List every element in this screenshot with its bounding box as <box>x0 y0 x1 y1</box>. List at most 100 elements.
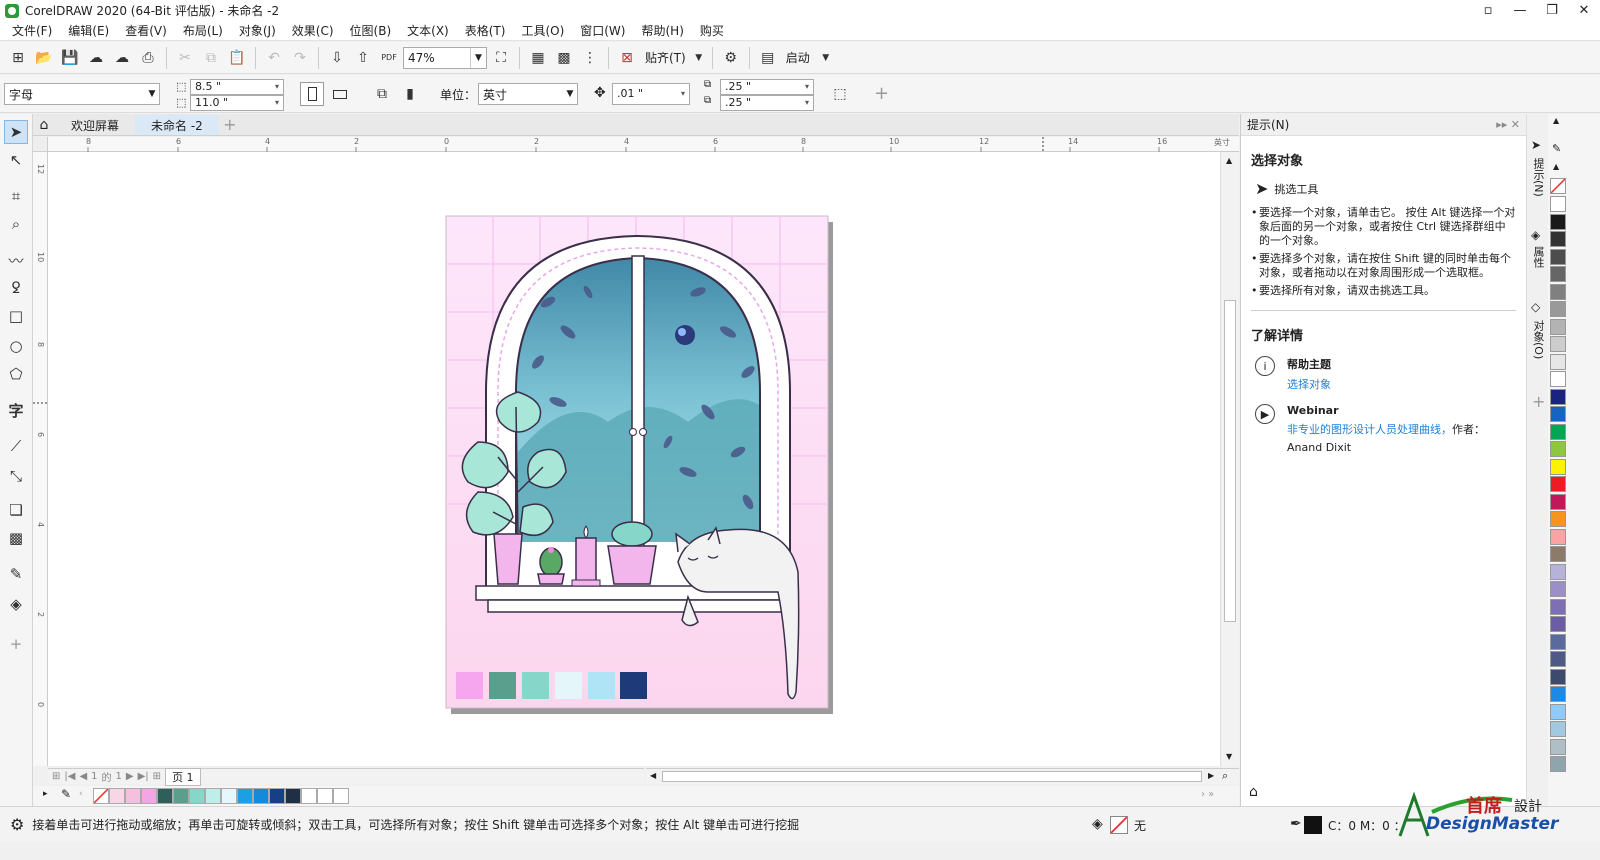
duplicate-y-field[interactable]: .25 " ▾ <box>720 95 814 111</box>
portrait-button[interactable] <box>300 82 324 106</box>
redo-icon[interactable]: ↷ <box>288 46 312 70</box>
palette-swatch[interactable] <box>253 788 269 804</box>
print-icon[interactable]: ⎙ <box>136 46 160 70</box>
scroll-down-icon[interactable]: ▼ <box>1226 752 1232 761</box>
ellipse-tool-icon[interactable]: ○ <box>4 334 28 358</box>
chevron-down-icon[interactable]: ▼ <box>692 46 706 70</box>
menu-bitmaps[interactable]: 位图(B) <box>344 22 402 39</box>
palette-swatch[interactable] <box>157 788 173 804</box>
palette-swatch[interactable] <box>1550 686 1566 702</box>
tab-objects[interactable]: 对象(O) <box>1530 320 1546 359</box>
palette-scroll-right-icon[interactable]: › » <box>1201 789 1214 800</box>
new-tab-plus-icon[interactable]: + <box>219 115 241 135</box>
vertical-scroll-thumb[interactable] <box>1224 300 1236 622</box>
undo-icon[interactable]: ↶ <box>262 46 286 70</box>
palette-swatch[interactable] <box>1550 196 1566 212</box>
palette-eyedropper-icon[interactable]: ✎ <box>1552 142 1561 155</box>
parallel-dimension-tool-icon[interactable]: ⟋ <box>4 434 28 458</box>
add-plus-icon[interactable]: + <box>874 83 889 104</box>
palette-swatch[interactable] <box>285 788 301 804</box>
palette-swatch[interactable] <box>237 788 253 804</box>
palette-swatch[interactable] <box>205 788 221 804</box>
vertical-scrollbar[interactable]: ▲ ▼ <box>1220 152 1239 766</box>
zoom-tool-icon[interactable]: ⌕ <box>4 212 28 236</box>
add-page-after-icon[interactable]: ⊞ <box>153 771 161 782</box>
drawing-canvas[interactable] <box>48 152 1220 766</box>
scroll-up-icon[interactable]: ▲ <box>1226 156 1232 165</box>
palette-swatch[interactable] <box>1550 581 1566 597</box>
add-page-icon[interactable]: ⊞ <box>52 771 60 782</box>
artistic-media-tool-icon[interactable]: ꝿ <box>4 276 28 300</box>
home-icon[interactable]: ⌂ <box>33 115 55 135</box>
tab-hints[interactable]: 提示(N) <box>1530 158 1546 197</box>
spinner-icon[interactable]: ▾ <box>677 84 689 104</box>
restore-window-icon[interactable]: ▫ <box>1472 0 1504 21</box>
launch-button[interactable]: 启动 <box>782 49 814 66</box>
palette-swatch[interactable] <box>1550 528 1566 545</box>
palette-swatch[interactable] <box>1550 721 1566 737</box>
menu-text[interactable]: 文本(X) <box>401 22 459 39</box>
menu-object[interactable]: 对象(J) <box>233 22 286 39</box>
menu-layout[interactable]: 布局(L) <box>177 22 233 39</box>
palette-swatch[interactable] <box>269 788 285 804</box>
landscape-button[interactable] <box>328 82 352 106</box>
freehand-tool-icon[interactable]: 〰 <box>4 248 28 272</box>
page-1-tab[interactable]: 页 1 <box>165 767 201 786</box>
next-page-icon[interactable]: ▶ <box>126 771 134 782</box>
scroll-left-icon[interactable]: ◀ <box>650 771 656 780</box>
palette-swatch[interactable] <box>1550 493 1566 510</box>
palette-swatch[interactable] <box>1550 353 1566 370</box>
palette-swatch[interactable] <box>1550 668 1566 685</box>
palette-swatch[interactable] <box>1550 651 1566 667</box>
palette-swatch[interactable] <box>333 788 349 804</box>
page-width-field[interactable]: 8.5 " ▾ <box>190 79 284 95</box>
palette-swatch[interactable] <box>1550 476 1566 492</box>
palette-swatch[interactable] <box>1550 598 1566 615</box>
last-page-icon[interactable]: ▶| <box>138 771 149 782</box>
cloud-upload-icon[interactable]: ☁ <box>110 46 134 70</box>
palette-swatch[interactable] <box>1550 388 1566 405</box>
palette-swatch[interactable] <box>173 788 189 804</box>
spinner-icon[interactable]: ▾ <box>801 96 813 110</box>
zoom-level-select[interactable]: 47% ▼ <box>403 46 487 69</box>
vertical-ruler[interactable]: 12 10 8 6 4 2 0 <box>33 152 48 766</box>
menu-view[interactable]: 查看(V) <box>119 22 177 39</box>
palette-scroll-up-icon[interactable]: ▲ <box>1553 162 1559 171</box>
menu-file[interactable]: 文件(F) <box>6 22 62 39</box>
zoom-navigator-icon[interactable]: ⌕ <box>1222 769 1228 783</box>
first-page-icon[interactable]: |◀ <box>64 771 75 782</box>
menu-window[interactable]: 窗口(W) <box>574 22 635 39</box>
current-page-icon[interactable]: ▮ <box>398 82 422 106</box>
palette-swatch[interactable] <box>1550 318 1566 335</box>
show-rulers-icon[interactable]: ▦ <box>526 46 550 70</box>
palette-swatch[interactable] <box>1550 633 1566 650</box>
publish-pdf-icon[interactable]: PDF <box>377 46 401 70</box>
import-icon[interactable]: ⇩ <box>325 46 349 70</box>
spinner-icon[interactable]: ▾ <box>801 80 813 94</box>
help-topic-link[interactable]: 选择对象 <box>1287 376 1331 392</box>
palette-swatch[interactable] <box>1550 703 1566 720</box>
settings-gear-icon[interactable]: ⚙ <box>10 815 24 834</box>
eyedropper-icon[interactable]: ✎ <box>61 787 71 801</box>
palette-expand-icon[interactable]: ▸ <box>43 789 48 799</box>
polygon-tool-icon[interactable]: ⬠ <box>4 362 28 386</box>
duplicate-x-field[interactable]: .25 " ▾ <box>720 79 814 95</box>
palette-swatch[interactable] <box>317 788 333 804</box>
palette-swatch[interactable] <box>109 788 125 804</box>
export-icon[interactable]: ⇧ <box>351 46 375 70</box>
palette-swatch[interactable] <box>1550 406 1566 422</box>
prev-page-icon[interactable]: ◀ <box>79 771 87 782</box>
palette-swatch[interactable] <box>1550 266 1566 282</box>
palette-swatch[interactable] <box>1550 563 1566 580</box>
paper-type-select[interactable]: 字母 ▼ <box>4 83 160 105</box>
maximize-icon[interactable]: ❐ <box>1536 0 1568 21</box>
all-pages-icon[interactable]: ⧉ <box>370 82 394 106</box>
palette-swatch[interactable] <box>1550 371 1566 387</box>
snap-off-icon[interactable]: ⊠ <box>615 46 639 70</box>
new-document-icon[interactable]: ⊞ <box>6 46 30 70</box>
outline-color-swatch[interactable] <box>1304 816 1322 834</box>
open-folder-icon[interactable]: 📂 <box>32 46 56 70</box>
page-height-field[interactable]: 11.0 " ▾ <box>190 95 284 111</box>
chevron-down-icon[interactable]: ▼ <box>816 46 836 70</box>
tab-properties[interactable]: 属性 <box>1530 246 1546 268</box>
